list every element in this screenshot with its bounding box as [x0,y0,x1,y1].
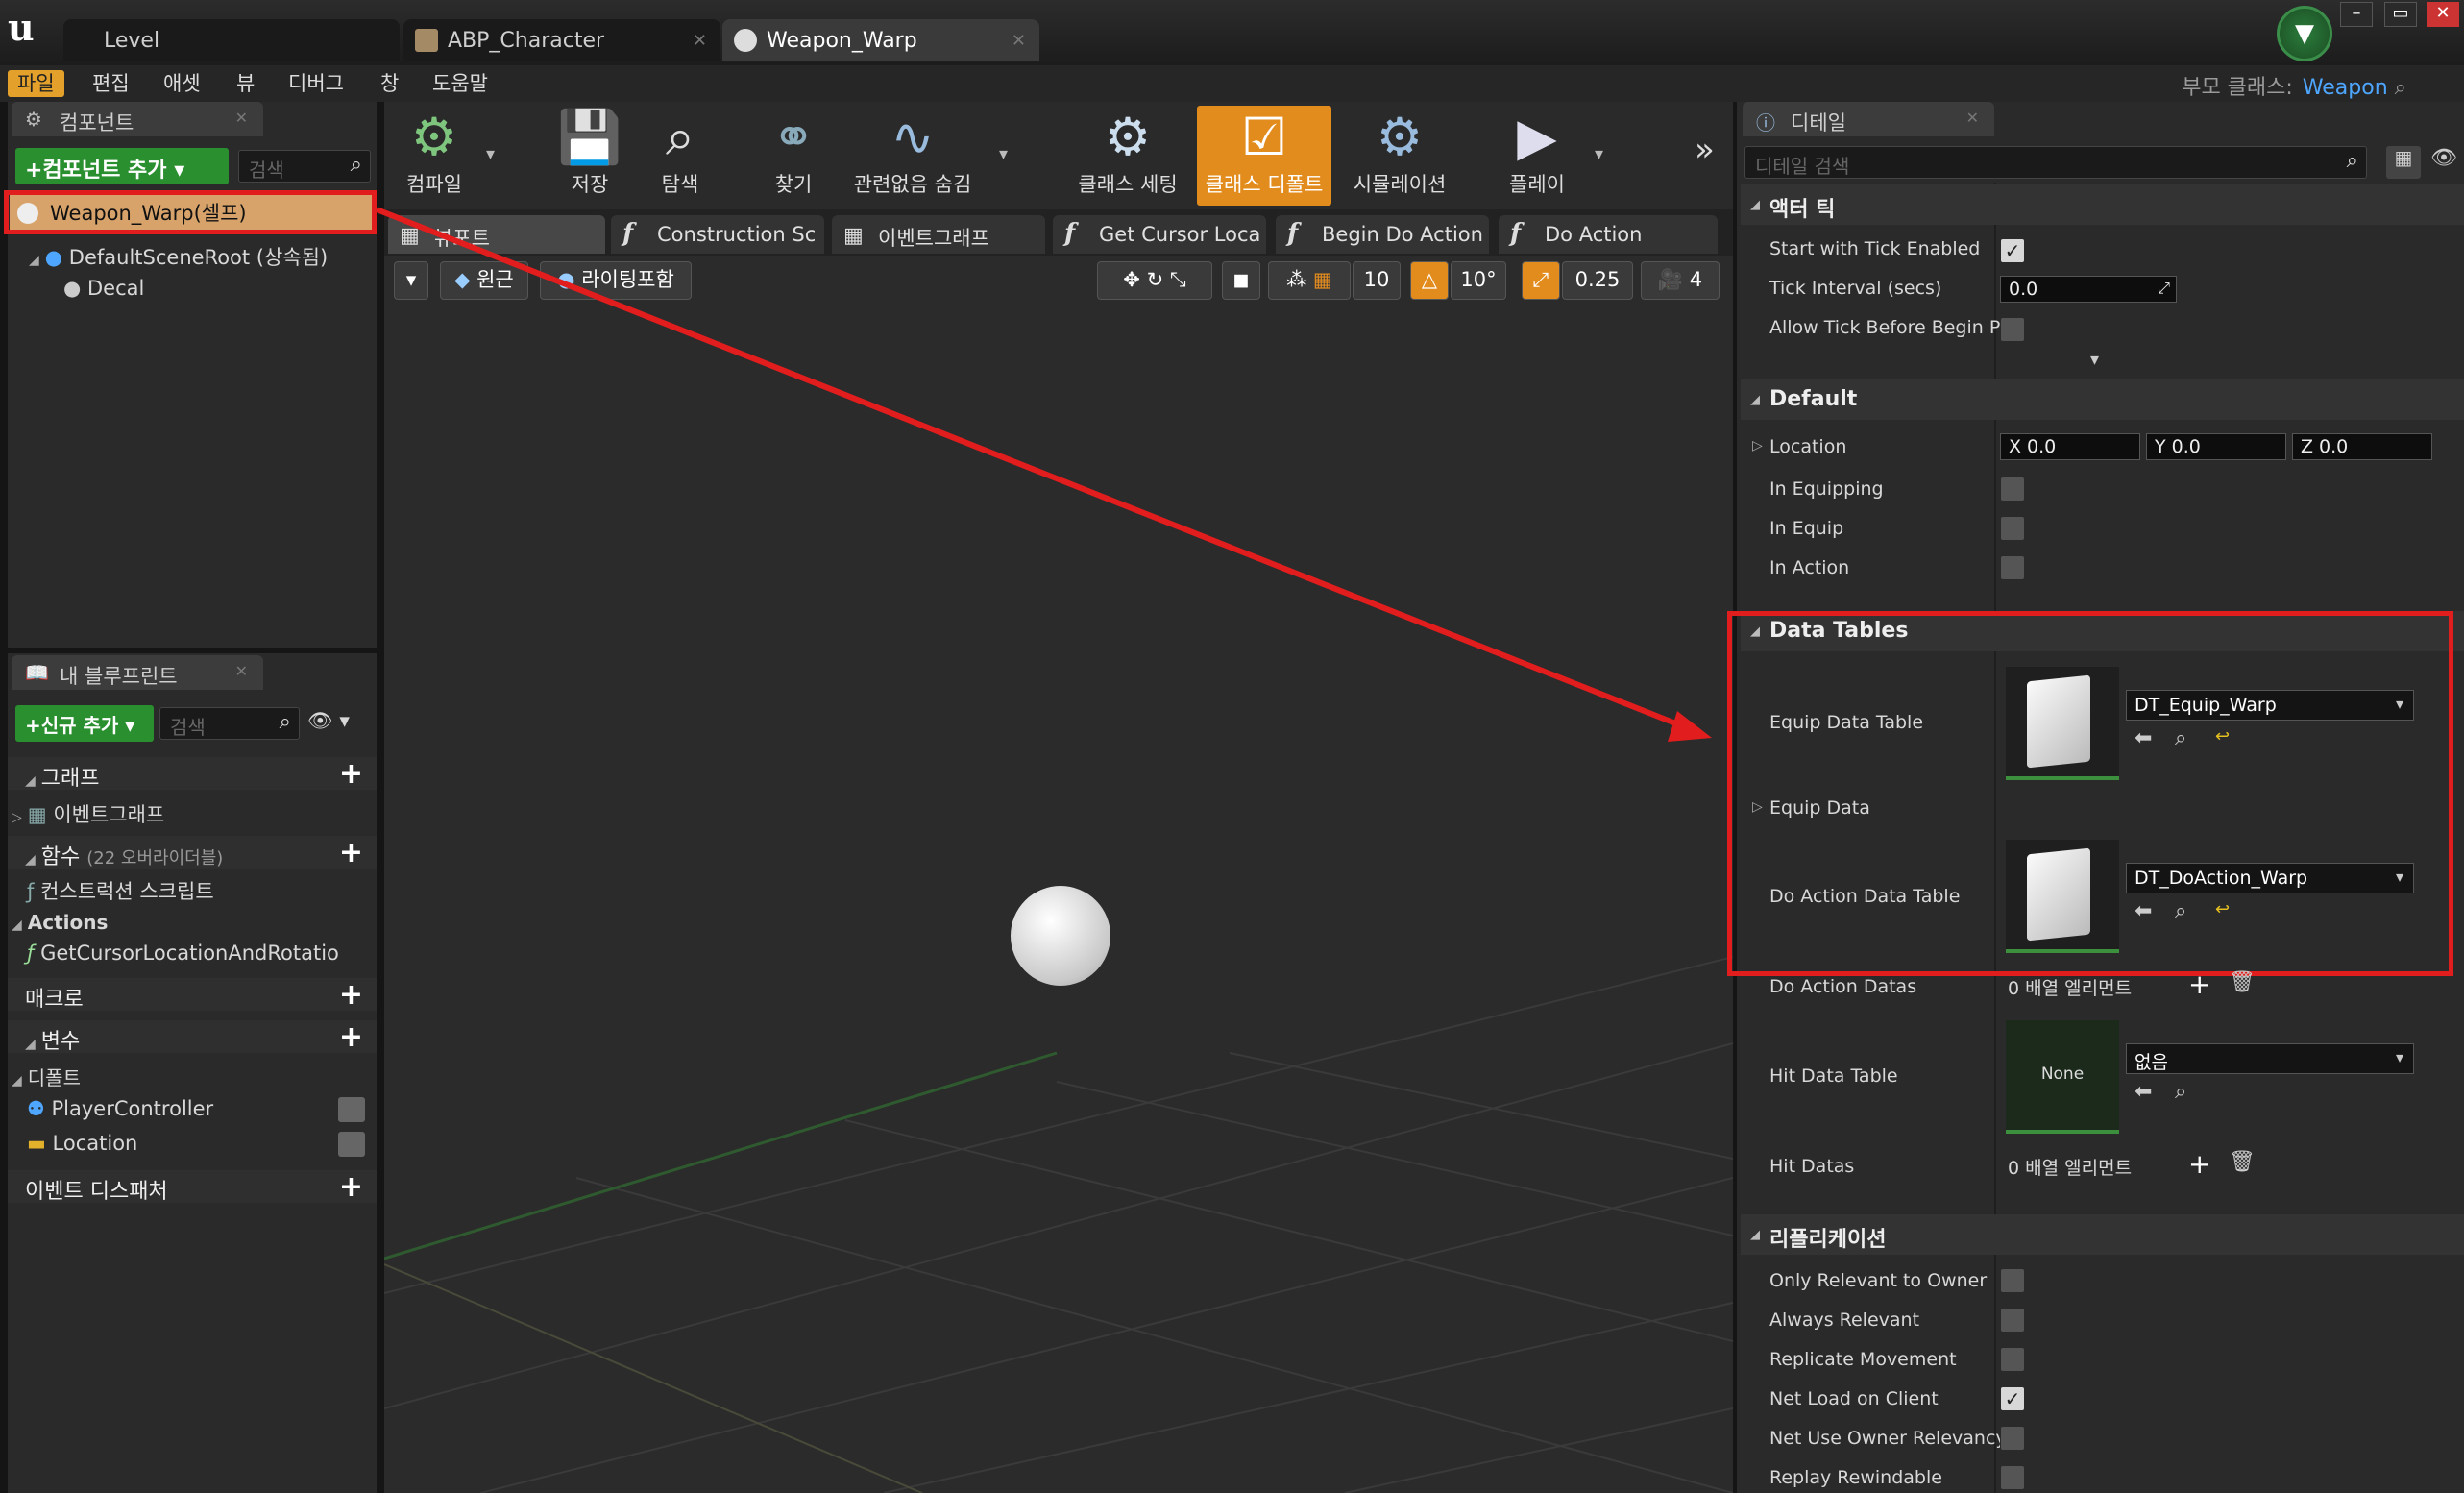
add-element-icon[interactable]: + [2188,968,2210,1000]
row-in-action: In Action [1748,551,2464,590]
location-z-input[interactable]: Z 0.0 [2292,433,2432,460]
collapse-icon: ◢ [1750,393,1760,407]
input-value: 0.0 [2009,279,2038,300]
trash-icon[interactable]: 🗑 [2229,1150,2256,1174]
section-title: Default [1769,387,1858,411]
property-matrix-button[interactable]: ▦ [2386,146,2421,179]
location-y-input[interactable]: Y 0.0 [2146,433,2286,460]
section-replication[interactable]: ◢ 리플리케이션 [1741,1214,2464,1255]
row-replay-rewindable: Replay Rewindable [1748,1461,2464,1493]
property-label: Hit Datas [1769,1156,1855,1177]
only-relevant-checkbox[interactable] [2001,1269,2024,1292]
expand-icon[interactable]: ▷ [1752,438,1763,453]
property-label: Always Relevant [1769,1309,1920,1331]
section-default[interactable]: ◢ Default [1741,379,2464,420]
none-label: None [2040,1065,2085,1084]
row-allow-tick: Allow Tick Before Begin Pla [1748,311,2464,350]
collapse-icon: ◢ [1750,1228,1760,1242]
asset-value: 없음 [2135,1052,2168,1073]
dropdown-icon: ▾ [2395,1048,2403,1066]
property-label: Replicate Movement [1769,1349,1957,1370]
row-start-with-tick: Start with Tick Enabled [1748,233,2464,271]
search-icon: ⌕ [2346,149,2358,173]
visibility-eye-icon[interactable]: 👁 [2430,146,2457,170]
details-tab[interactable]: ⓘ 디테일 ✕ [1743,102,1994,136]
hit-data-table-thumbnail[interactable]: None [2006,1020,2119,1134]
property-label: In Equipping [1769,478,1884,500]
replicate-movement-checkbox[interactable] [2001,1348,2024,1371]
replay-rewindable-checkbox[interactable] [2001,1466,2024,1489]
row-replicate-movement: Replicate Movement [1748,1343,2464,1382]
net-use-owner-checkbox[interactable] [2001,1427,2024,1450]
advanced-expand-icon[interactable]: ▾ [2090,350,2099,370]
property-label: Only Relevant to Owner [1769,1270,1988,1291]
start-with-tick-checkbox[interactable]: ✓ [2001,239,2024,262]
section-title: 액터 틱 [1769,198,1836,222]
property-label: Hit Data Table [1769,1065,1898,1087]
row-net-load: Net Load on Client [1748,1383,2464,1421]
property-label: Start with Tick Enabled [1769,238,1981,259]
row-net-use-owner: Net Use Owner Relevancy [1748,1422,2464,1460]
browse-magnifier-icon[interactable]: ⌕ [2175,1080,2186,1104]
tab-title: 디테일 [1791,111,1846,135]
property-label: Allow Tick Before Begin Pla [1769,317,2000,338]
property-label: Do Action Datas [1769,976,1917,997]
input-value: Y 0.0 [2155,436,2201,457]
in-equipping-checkbox[interactable] [2001,477,2024,501]
info-icon: ⓘ [1756,111,1775,135]
property-label: In Action [1769,557,1850,578]
net-load-checkbox[interactable]: ✓ [2001,1387,2024,1410]
tick-interval-input[interactable]: 0.0 ⤢ [2000,276,2177,303]
spin-icon[interactable]: ⤢ [2158,279,2170,298]
row-in-equip: In Equip [1748,512,2464,551]
in-equip-checkbox[interactable] [2001,517,2024,540]
row-always-relevant: Always Relevant [1748,1304,2464,1342]
collapse-icon: ◢ [1750,198,1760,212]
property-label: Tick Interval (secs) [1769,278,1942,299]
allow-tick-checkbox[interactable] [2001,318,2024,341]
section-title: 리플리케이션 [1769,1228,1887,1252]
row-in-equipping: In Equipping [1748,473,2464,511]
hit-data-table-picker[interactable]: 없음 ▾ [2126,1043,2414,1074]
property-label: Net Use Owner Relevancy [1769,1428,2000,1449]
array-count: 0 배열 엘리먼트 [2008,1158,2133,1179]
location-x-input[interactable]: X 0.0 [2000,433,2140,460]
use-selected-arrow-icon[interactable]: ⬅ [2135,1080,2152,1104]
placeholder: 디테일 검색 [1755,155,1850,178]
add-element-icon[interactable]: + [2188,1148,2210,1180]
row-only-relevant: Only Relevant to Owner [1748,1264,2464,1303]
details-search-input[interactable]: 디테일 검색 ⌕ [1744,146,2367,179]
close-icon[interactable]: ✕ [1966,109,1979,127]
property-label: Replay Rewindable [1769,1467,1942,1488]
input-value: Z 0.0 [2301,436,2349,457]
section-actor-tick[interactable]: ◢ 액터 틱 [1741,184,2464,225]
highlight-box [1727,611,2453,976]
array-count: 0 배열 엘리먼트 [2008,978,2133,999]
always-relevant-checkbox[interactable] [2001,1309,2024,1332]
property-label: In Equip [1769,518,1844,539]
trash-icon[interactable]: 🗑 [2229,970,2256,994]
input-value: X 0.0 [2009,436,2057,457]
property-label: Location [1769,436,1847,457]
property-label: Net Load on Client [1769,1388,1939,1409]
in-action-checkbox[interactable] [2001,556,2024,579]
